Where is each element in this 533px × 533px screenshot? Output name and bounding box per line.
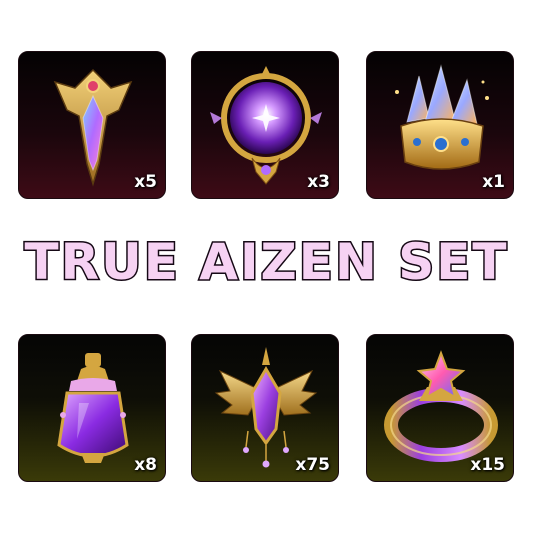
item-slot-2[interactable]: x3 <box>191 51 339 199</box>
item-slot-4[interactable]: x8 <box>18 334 166 482</box>
item-slot-5[interactable]: x75 <box>191 334 339 482</box>
set-title: TRUE AIZEN SET <box>23 232 509 293</box>
item-quantity: x75 <box>295 455 330 475</box>
item-slot-6[interactable]: x15 <box>366 334 514 482</box>
item-slot-1[interactable]: x5 <box>18 51 166 199</box>
item-quantity: x15 <box>470 455 505 475</box>
item-quantity: x5 <box>134 172 157 192</box>
item-slot-3[interactable]: x1 <box>366 51 514 199</box>
item-quantity: x8 <box>134 455 157 475</box>
item-quantity: x3 <box>307 172 330 192</box>
item-quantity: x1 <box>482 172 505 192</box>
